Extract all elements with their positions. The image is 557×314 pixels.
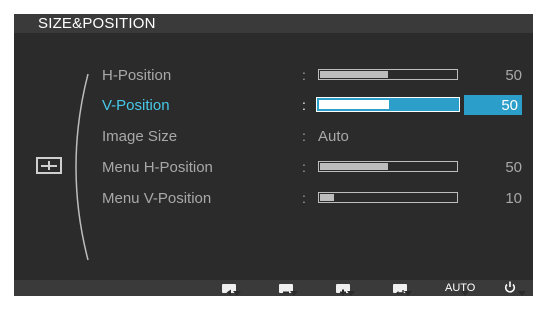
v-position-slider[interactable] [316,97,460,112]
menu-h-position-value: 50 [505,159,522,176]
image-size-value: Auto [318,128,349,145]
button-pointer [404,291,412,296]
power-icon[interactable] [503,281,517,299]
menu-item-label: V-Position [102,97,170,114]
button-pointer [461,291,469,296]
separator: : [302,128,306,144]
menu-h-position-slider[interactable] [318,161,458,172]
title-bar: SIZE&POSITION [14,14,533,33]
menu-item-label: H-Position [102,67,172,84]
menu-item-label: Image Size [102,128,178,145]
menu-item-label: Menu V-Position [102,190,212,207]
button-pointer [518,291,526,296]
separator: : [302,97,306,113]
slider-fill [320,194,334,201]
separator: : [302,67,306,83]
menu-item-label: Menu H-Position [102,159,213,176]
menu-item-image-size[interactable]: Image Size : Auto [102,126,522,148]
separator: : [302,159,306,175]
menu-item-menu-h-position[interactable]: Menu H-Position : 50 [102,157,522,179]
menu-v-position-slider[interactable] [318,192,458,203]
button-pointer [290,291,298,296]
slider-fill [320,163,388,170]
menu-item-h-position[interactable]: H-Position : 50 [102,65,522,87]
v-position-value: 50 [501,97,518,114]
button-guide-bar: AUTO [14,280,533,296]
osd-window: SIZE&POSITION H-Position : 50 V-Position… [14,14,533,296]
osd-title: SIZE&POSITION [38,15,156,32]
size-position-icon [36,157,62,174]
h-position-value: 50 [505,67,522,84]
button-pointer [347,291,355,296]
menu-item-v-position[interactable]: V-Position : 50 [102,95,522,117]
menu-v-position-value: 10 [505,190,522,207]
separator: : [302,190,306,206]
slider-fill [320,71,388,78]
menu-arc-decoration [75,73,89,261]
h-position-slider[interactable] [318,69,458,80]
slider-fill [319,100,389,109]
menu-item-menu-v-position[interactable]: Menu V-Position : 10 [102,188,522,210]
button-pointer [233,291,241,296]
